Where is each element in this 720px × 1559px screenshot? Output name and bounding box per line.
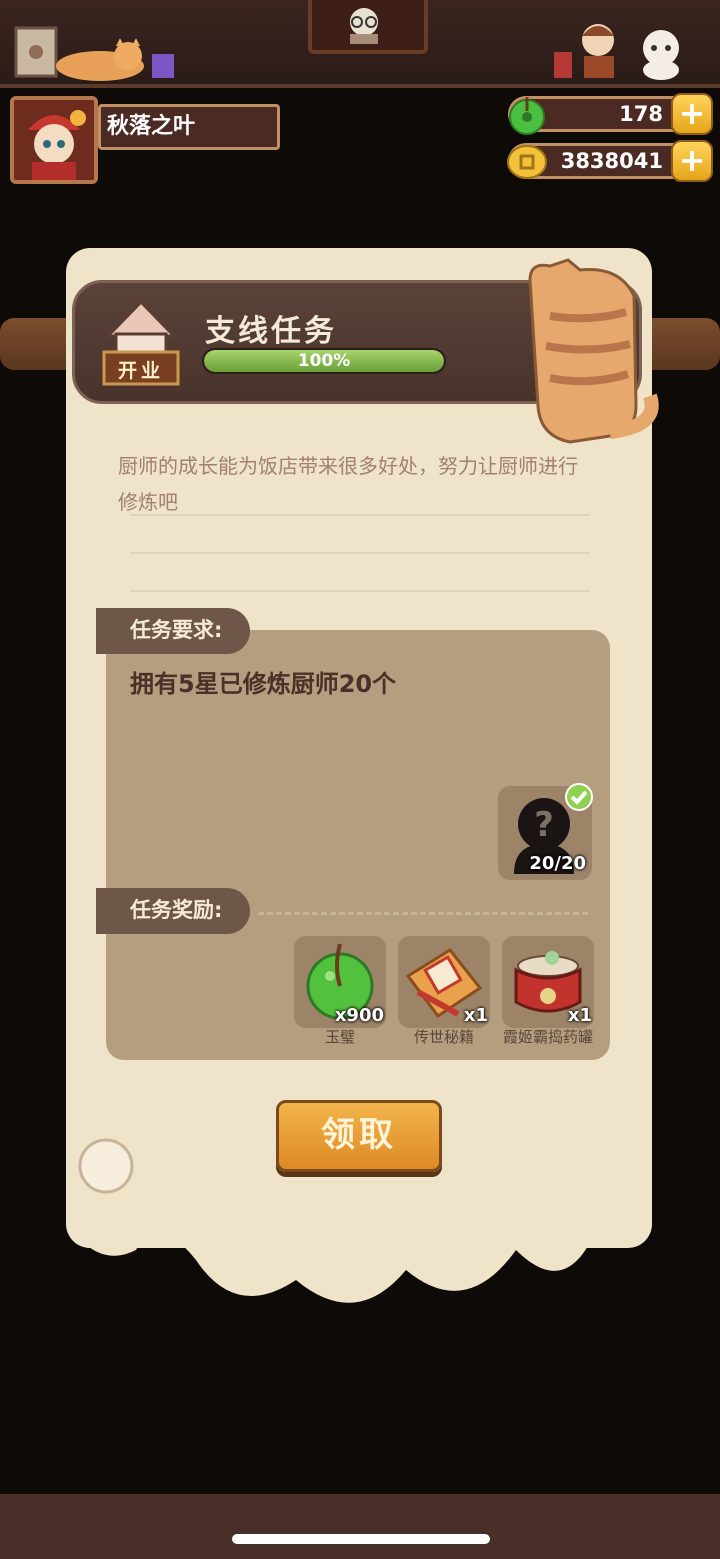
requirement-count: 20/20 — [529, 853, 586, 874]
chef-girl-icon — [554, 24, 614, 78]
claim-button[interactable]: 领取 — [276, 1100, 442, 1172]
doctor-cat-icon — [350, 8, 378, 44]
purple-jar-icon — [152, 54, 174, 78]
progress-text: 100% — [297, 351, 351, 371]
reward-count: x1 — [567, 1005, 592, 1026]
requirement-tab: 任务要求: — [96, 608, 250, 654]
sleeping-cat-icon — [56, 38, 144, 81]
bottom-bar — [0, 1494, 720, 1559]
quest-progress-bar: 100% — [202, 348, 446, 374]
divider-line — [130, 514, 590, 516]
jade-counter: 178 + — [508, 93, 713, 135]
divider-line — [130, 552, 590, 554]
check-icon — [565, 783, 593, 811]
sign-board-icon — [14, 26, 58, 78]
quest-title: 支线任务 — [205, 314, 337, 349]
reward-name: 霞姬霸捣药罐 — [502, 1028, 593, 1046]
add-jade-button[interactable]: + — [671, 93, 713, 135]
player-avatar[interactable] — [10, 96, 98, 184]
coin-counter: 3838041 + — [507, 140, 713, 182]
divider-line — [130, 590, 590, 592]
chef-avatar-icon — [14, 100, 94, 180]
reward-item[interactable]: x1 — [502, 936, 594, 1028]
gold-coin-icon — [507, 145, 547, 179]
quest-description: 厨师的成长能为饭店带来很多好处，努力让厨师进行修炼吧 — [118, 454, 578, 514]
reward-count: x900 — [334, 1005, 384, 1026]
player-name: 秋落之叶 — [98, 104, 280, 150]
coin-amount: 3838041 — [560, 149, 663, 173]
requirement-slot[interactable]: ? 20/20 — [498, 783, 593, 880]
reward-item[interactable]: x1 — [398, 936, 490, 1028]
white-cat-icon — [643, 30, 679, 80]
hanging-board — [308, 0, 428, 54]
requirement-text: 拥有5星已修炼厨师20个 — [130, 670, 397, 698]
reward-name: 传世秘籍 — [413, 1028, 474, 1046]
jade-amount: 178 — [619, 102, 663, 126]
reward-count: x1 — [463, 1005, 488, 1026]
hanging-cat-icon — [528, 258, 659, 444]
add-coins-button[interactable]: + — [671, 140, 713, 182]
quest-type-badge: 开业 — [117, 360, 164, 382]
top-shelf — [0, 0, 720, 88]
reward-divider — [258, 912, 588, 915]
svg-text:?: ? — [534, 805, 554, 845]
reward-tab: 任务奖励: — [96, 888, 250, 934]
reward-name: 玉璧 — [324, 1028, 355, 1046]
reward-item[interactable]: x900 — [294, 936, 386, 1028]
home-indicator[interactable] — [232, 1534, 490, 1544]
green-jade-icon — [509, 97, 545, 135]
